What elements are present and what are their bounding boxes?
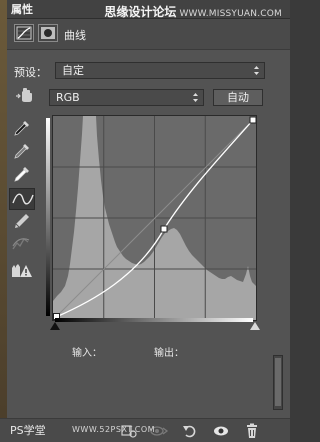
black-point-eyedropper[interactable] xyxy=(9,117,35,139)
panel-titlebar: 属性 思缘设计论坛 WWW.MISSYUAN.COM xyxy=(7,0,290,19)
eyedropper-icon xyxy=(14,167,29,182)
smooth-icon xyxy=(12,238,30,250)
panel-scrollbar[interactable] xyxy=(273,355,283,410)
curve-point-white[interactable] xyxy=(249,116,256,124)
watermark-footer-url: WWW.52PSXT.COM xyxy=(72,425,156,434)
properties-tab[interactable]: 属性 xyxy=(11,1,33,17)
clipping-warning-button[interactable] xyxy=(9,260,35,282)
eyedropper-icon xyxy=(14,144,29,159)
curve-point-mid[interactable] xyxy=(160,225,168,233)
mask-button[interactable] xyxy=(38,24,58,42)
pencil-tool[interactable] xyxy=(9,210,35,232)
output-gradient-bar xyxy=(46,118,50,316)
mask-icon xyxy=(41,27,55,39)
updown-arrows-icon xyxy=(193,93,198,102)
target-adjust-tool[interactable] xyxy=(12,86,38,108)
white-point-eyedropper[interactable] xyxy=(9,163,35,185)
curves-canvas xyxy=(53,116,256,320)
window-edge xyxy=(0,0,7,442)
curve-tool-icon xyxy=(12,193,34,205)
watermark-site-name: 思缘设计论坛 xyxy=(104,5,177,19)
output-label: 输出： xyxy=(154,348,184,359)
properties-panel: 属性 思缘设计论坛 WWW.MISSYUAN.COM 曲线 预设： 自定 RGB… xyxy=(0,0,290,442)
curves-icon xyxy=(16,26,32,40)
adjustment-header: 曲线 xyxy=(7,19,290,50)
trash-icon xyxy=(247,423,257,438)
preset-label: 预设： xyxy=(14,66,47,79)
black-input-slider[interactable] xyxy=(50,322,60,330)
input-gradient-bar xyxy=(55,318,253,322)
watermark-brand: PS学堂 xyxy=(10,424,46,437)
preset-dropdown[interactable]: 自定 xyxy=(55,62,265,79)
edit-points-tool[interactable] xyxy=(9,188,35,210)
white-input-slider[interactable] xyxy=(250,322,260,330)
reset-icon xyxy=(183,425,196,438)
input-label: 输入： xyxy=(72,348,102,359)
channel-dropdown[interactable]: RGB xyxy=(49,89,204,106)
smooth-curve-button[interactable] xyxy=(9,233,35,255)
warning-icon xyxy=(12,264,32,277)
watermark-top: 思缘设计论坛 WWW.MISSYUAN.COM xyxy=(104,3,282,20)
eyedropper-icon xyxy=(14,121,29,136)
auto-button[interactable]: 自动 xyxy=(213,89,263,106)
pencil-icon xyxy=(15,214,29,228)
hand-icon xyxy=(16,88,32,102)
curves-graph[interactable] xyxy=(52,115,257,321)
adjustment-title: 曲线 xyxy=(64,29,86,42)
visibility-button[interactable] xyxy=(212,423,230,439)
curves-adjustment-button[interactable] xyxy=(14,24,34,42)
channel-value: RGB xyxy=(56,91,80,104)
gray-point-eyedropper[interactable] xyxy=(9,140,35,162)
scrollbar-thumb[interactable] xyxy=(275,358,281,406)
updown-arrows-icon xyxy=(254,66,259,75)
preset-value: 自定 xyxy=(62,64,84,77)
delete-button[interactable] xyxy=(244,423,262,439)
eye-icon xyxy=(214,426,228,436)
watermark-url: WWW.MISSYUAN.COM xyxy=(179,9,282,19)
reset-button[interactable] xyxy=(182,423,200,439)
